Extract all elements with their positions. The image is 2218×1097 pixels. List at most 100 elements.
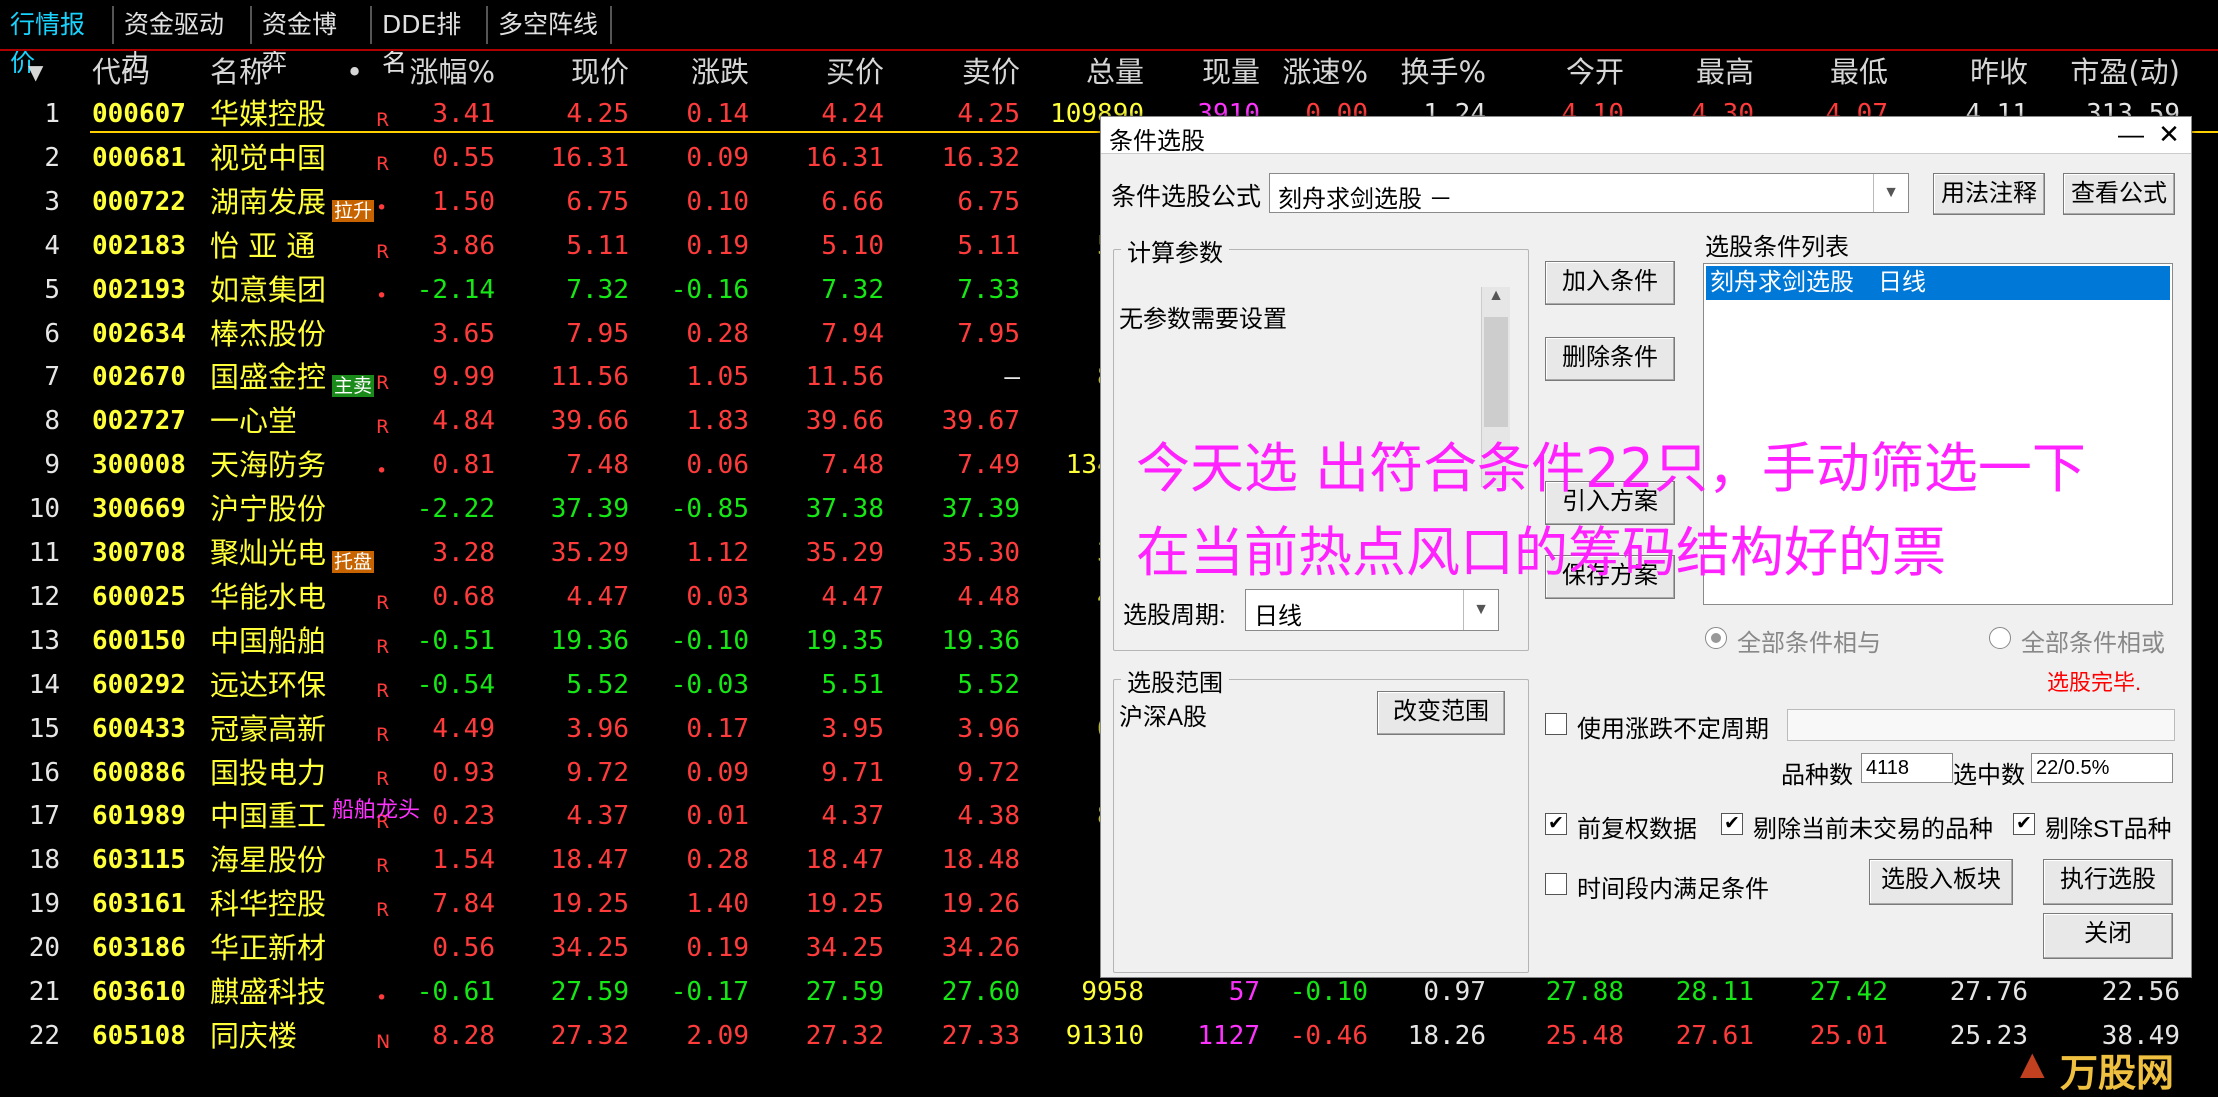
cell-pct: 0.81 [432, 450, 495, 481]
cell-chg: 0.19 [686, 230, 749, 261]
cell-chg: 2.09 [686, 1020, 749, 1051]
period-select[interactable]: 日线 ▼ [1245, 589, 1499, 631]
tab-capital-drive[interactable]: 资金驱动力 [114, 6, 252, 77]
minimize-icon[interactable]: — [2111, 119, 2151, 149]
cell-bid: 19.25 [805, 889, 884, 920]
cell-bid: 34.25 [805, 933, 884, 964]
scroll-up-icon[interactable]: ▲ [1482, 287, 1510, 313]
col-open[interactable]: 今开 [1520, 52, 1624, 92]
stock-name: 冠豪高新 [210, 711, 327, 746]
tab-capital-game[interactable]: 资金博弈 [252, 6, 372, 77]
cell-bid: 7.32 [821, 274, 884, 305]
cell-chg: 0.19 [686, 933, 749, 964]
formula-select[interactable]: 刻舟求剑选股 － ▼ [1269, 173, 1909, 213]
uncertain-period-checkbox[interactable] [1545, 713, 1567, 735]
uncertain-period-label: 使用涨跌不定周期 [1577, 716, 1769, 743]
cell-price: 18.47 [550, 845, 629, 876]
cell-chg: 0.09 [686, 757, 749, 788]
tab-quotes[interactable]: 行情报价 [0, 6, 114, 77]
adjusted-data-checkbox[interactable]: ✔ [1545, 813, 1567, 835]
cell-ask: 6.75 [957, 186, 1020, 217]
stock-flag: R [376, 899, 390, 922]
col-flag[interactable]: • [346, 52, 363, 92]
col-turnover[interactable]: 换手% [1380, 52, 1486, 92]
stock-name: 怡 亚 通 [210, 228, 316, 263]
stock-name: 华能水电 [210, 579, 327, 614]
stock-name: 中国重工 [210, 799, 327, 834]
close-icon[interactable]: ✕ [2149, 119, 2189, 149]
cell-chg: 1.83 [686, 406, 749, 437]
cell-ask: 34.26 [941, 933, 1020, 964]
cell-chg: -0.16 [670, 274, 749, 305]
stock-name: 如意集团 [210, 272, 327, 307]
col-code[interactable]: 代码 [92, 52, 150, 92]
tab-bar: 行情报价 资金驱动力 资金博弈 DDE排名 多空阵线 [0, 0, 2218, 77]
radio-or[interactable] [1989, 627, 2011, 649]
stock-name: 湖南发展 [210, 184, 327, 219]
cell-low: 25.01 [1809, 1020, 1888, 1051]
cell-pct: 0.23 [432, 801, 495, 832]
cell-pct: 3.28 [432, 538, 495, 568]
view-formula-button[interactable]: 查看公式 [2063, 173, 2175, 215]
col-current-volume[interactable]: 现量 [1160, 52, 1260, 92]
cell-pct: -0.51 [416, 625, 495, 656]
dialog-titlebar: 条件选股 — ✕ [1101, 117, 2191, 155]
cell-ask: 18.48 [941, 845, 1020, 876]
cell-ask: 39.67 [941, 406, 1020, 437]
exclude-untraded-checkbox[interactable]: ✔ [1721, 813, 1743, 835]
col-change-pct[interactable]: 涨幅% [395, 52, 495, 92]
radio-or-label: 全部条件相或 [2021, 630, 2165, 657]
cell-ask: 3.96 [957, 713, 1020, 744]
col-pe[interactable]: 市盈(动) [2050, 52, 2180, 92]
exclude-st-checkbox[interactable]: ✔ [2013, 813, 2035, 835]
row-index: 21 [28, 977, 60, 1007]
col-price[interactable]: 现价 [525, 52, 629, 92]
col-ask[interactable]: 卖价 [916, 52, 1020, 92]
time-range-checkbox[interactable] [1545, 873, 1567, 895]
close-dialog-button[interactable]: 关闭 [2043, 913, 2173, 959]
cell-chg: -0.17 [670, 977, 749, 1007]
stock-code: 002634 [92, 318, 186, 349]
col-change[interactable]: 涨跌 [645, 52, 749, 92]
cell-bid: 18.47 [805, 845, 884, 876]
cell-price: 27.59 [550, 977, 629, 1007]
col-name[interactable]: 名称 [210, 52, 268, 92]
col-low[interactable]: 最低 [1784, 52, 1888, 92]
execute-screen-button[interactable]: 执行选股 [2043, 859, 2173, 905]
add-to-block-button[interactable]: 选股入板块 [1869, 859, 2013, 905]
row-index: 16 [28, 757, 60, 788]
cell-pct: 0.93 [432, 757, 495, 788]
change-range-button[interactable]: 改变范围 [1377, 691, 1505, 735]
cell-pct: 0.55 [432, 142, 495, 173]
stock-name: 国盛金控 [210, 360, 327, 395]
delete-condition-button[interactable]: 删除条件 [1545, 337, 1675, 381]
tab-dde-ranking[interactable]: DDE排名 [372, 6, 488, 77]
col-speed[interactable]: 涨速% [1262, 52, 1368, 92]
col-high[interactable]: 最高 [1650, 52, 1754, 92]
formula-label: 条件选股公式 [1111, 183, 1262, 211]
cell-pct: -2.22 [416, 494, 495, 525]
chevron-down-icon[interactable]: ▼ [1463, 590, 1498, 630]
condition-list-item[interactable]: 刻舟求剑选股 日线 [1706, 266, 2170, 300]
stock-name: 视觉中国 [210, 140, 327, 175]
col-prev-close[interactable]: 昨收 [1924, 52, 2028, 92]
stock-name: 沪宁股份 [210, 492, 327, 527]
cell-ask: 7.49 [957, 450, 1020, 481]
cell-bid: 3.95 [821, 713, 884, 744]
stock-name: 聚灿光电 [210, 536, 327, 570]
add-condition-button[interactable]: 加入条件 [1545, 261, 1675, 305]
col-volume[interactable]: 总量 [1040, 52, 1144, 92]
radio-and[interactable] [1705, 627, 1727, 649]
col-bid[interactable]: 买价 [780, 52, 884, 92]
count-value: 4118 [1861, 753, 1953, 783]
sort-arrow-icon[interactable]: ▼ [28, 52, 43, 92]
progress-bar [1787, 709, 2175, 741]
row-index: 10 [28, 494, 60, 525]
cell-chg: 1.40 [686, 889, 749, 920]
scroll-thumb[interactable] [1484, 317, 1508, 427]
row-index: 11 [28, 538, 60, 568]
usage-notes-button[interactable]: 用法注释 [1933, 173, 2045, 215]
tab-long-short[interactable]: 多空阵线 [488, 6, 612, 44]
cell-chg: 0.28 [686, 318, 749, 349]
chevron-down-icon[interactable]: ▼ [1873, 174, 1908, 212]
